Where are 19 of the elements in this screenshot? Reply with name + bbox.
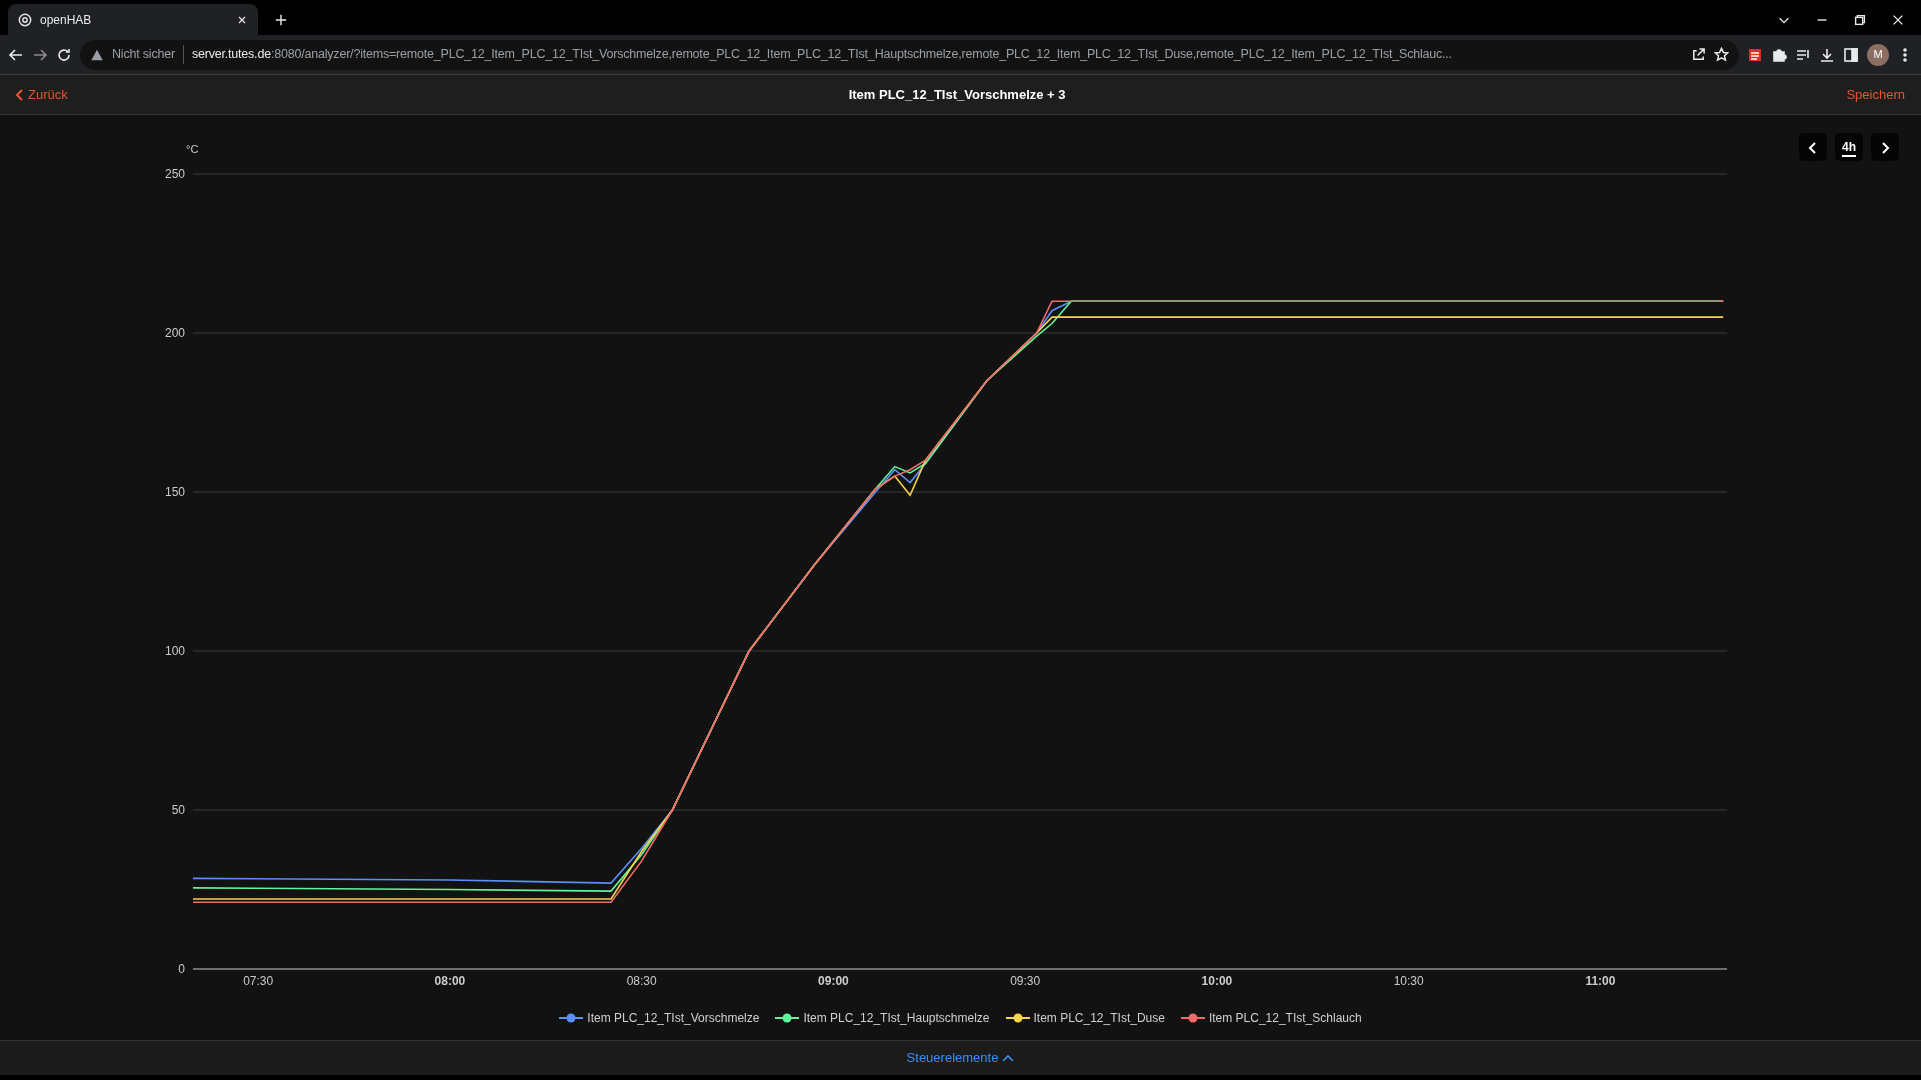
axis-label: 09:30	[1010, 974, 1041, 988]
axis-label: 150	[164, 485, 185, 499]
security-warning: Nicht sicher	[112, 45, 184, 64]
axis-label: 10:30	[1393, 974, 1424, 988]
axis-label: 07:30	[243, 974, 274, 988]
axis-label: 0	[178, 962, 185, 976]
axis-label: 09:00	[818, 974, 849, 988]
axis-label: 50	[171, 803, 185, 817]
tab-title: openHAB	[40, 11, 93, 29]
axis-label: 08:00	[434, 974, 466, 988]
url-text: server.tutes.de:8080/analyzer/?items=remote_PLC_12_Item_PLC_12_TIst_Vorschmelze,remote_PLC_12_Item_PLC_12_TIst_Hauptschmelze,remote_PLC_12_Item_PLC_12_TIst_Duse,remote_PLC_12_Item_PLC_12_TIst_Schlauc...	[191, 46, 1452, 64]
axis-label: 250	[164, 167, 185, 181]
axis-label: 10:00	[1201, 974, 1233, 988]
page-title: Item PLC_12_TIst_Vorschmelze + 3	[847, 85, 1067, 104]
axis-unit: °C	[186, 143, 199, 155]
axis-label: 11:00	[1585, 974, 1616, 988]
axis-label: 08:30	[626, 974, 657, 988]
axis-label: 200	[164, 326, 185, 340]
axis-label: 100	[164, 644, 185, 658]
